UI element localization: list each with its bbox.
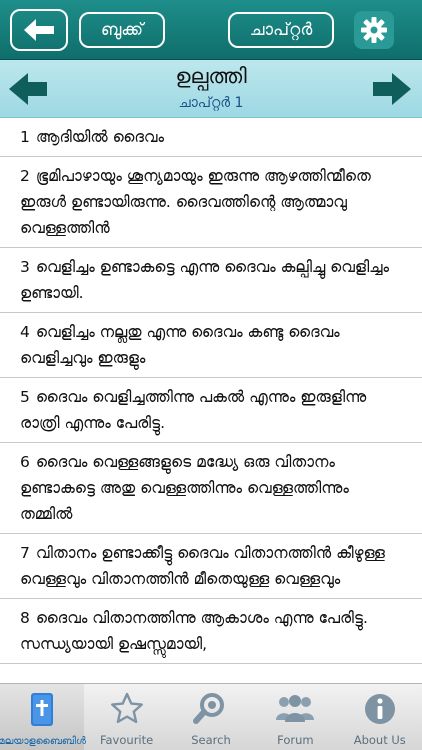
verse-text: വെളിച്ചം ഉണ്ടാകട്ടെ എന്നു ദൈവം കല്പിച്ചു… xyxy=(20,258,390,302)
chapter-button[interactable]: ചാപ്റ്റർ xyxy=(228,12,334,48)
tab-forum[interactable]: Forum xyxy=(253,684,337,750)
tab-label: Favourite xyxy=(99,733,154,747)
verse-row[interactable]: 6 ദൈവം വെള്ളങ്ങളുടെ മദ്ധ്യേ ഒരു വിതാനം ഉണ… xyxy=(0,443,422,534)
verse-number: 8 xyxy=(20,609,30,627)
info-icon xyxy=(364,694,395,724)
star-icon xyxy=(110,692,143,724)
verse-text: വിതാനം ഉണ്ടാക്കീട്ടു ദൈവം വിതാനത്തിൻ കീഴ… xyxy=(20,544,385,588)
magnifier-icon xyxy=(192,693,224,724)
verse-row[interactable]: 2 ഭൂമിപാഴായും ശൂന്യമായും ഇരുന്നു ആഴത്തിന്… xyxy=(0,157,422,248)
back-button[interactable] xyxy=(10,9,68,51)
verse-text: വെളിച്ചം നല്ലതു എന്നു ദൈവം കണ്ടു ദൈവം വെ… xyxy=(20,323,340,367)
verse-number: 4 xyxy=(20,323,30,341)
bible-book-icon xyxy=(31,693,54,726)
gear-icon xyxy=(361,17,387,43)
verse-number: 1 xyxy=(20,128,30,146)
verse-text: ദൈവം വെള്ളങ്ങളുടെ മദ്ധ്യേ ഒരു വിതാനം ഉണ്… xyxy=(20,453,349,523)
verse-text: ഭൂമിപാഴായും ശൂന്യമായും ഇരുന്നു ആഴത്തിന്മ… xyxy=(20,167,371,237)
arrow-left-icon xyxy=(24,19,54,41)
chapter-header: ഉല്പത്തി ചാപ്റ്റർ 1 xyxy=(0,60,422,118)
book-button[interactable]: ബുക്ക് xyxy=(79,12,165,48)
verse-number: 3 xyxy=(20,258,30,276)
verse-row[interactable]: 8 ദൈവം വിതാനത്തിന്നു ആകാശം എന്നു പേരിട്ടു… xyxy=(0,599,422,664)
verse-number: 5 xyxy=(20,388,30,406)
verse-number: 2 xyxy=(20,167,30,185)
tab-label: Search xyxy=(191,733,231,747)
book-title: ഉല്പത്തി xyxy=(175,64,247,88)
verse-list[interactable]: 1 ആദിയിൽ ദൈവം 2 ഭൂമിപാഴായും ശൂന്യമായും ഇരു… xyxy=(0,118,422,683)
tab-label: Forum xyxy=(277,733,314,747)
top-toolbar: ബുക്ക് ചാപ്റ്റർ xyxy=(0,0,422,60)
chapter-number-label: ചാപ്റ്റർ 1 xyxy=(178,95,244,111)
tab-favourite[interactable]: Favourite xyxy=(84,684,168,750)
people-icon xyxy=(276,695,315,722)
verse-text: ദൈവം വിതാനത്തിന്നു ആകാശം എന്നു പേരിട്ടു.… xyxy=(20,609,368,653)
verse-row[interactable]: 3 വെളിച്ചം ഉണ്ടാകട്ടെ എന്നു ദൈവം കല്പിച്ച… xyxy=(0,248,422,313)
tab-about-us[interactable]: About Us xyxy=(338,684,422,750)
verse-row[interactable]: 5 ദൈവം വെളിച്ചത്തിന്നു പകൽ എന്നും ഇരുളിന്… xyxy=(0,378,422,443)
tab-malayalam-bible[interactable]: മലയാളബൈബിൾ xyxy=(0,684,86,750)
next-chapter-arrow-icon[interactable] xyxy=(372,72,412,106)
bottom-tab-bar: മലയാളബൈബിൾ Favourite Search Forum About … xyxy=(0,683,422,750)
tab-label: മലയാളബൈബിൾ xyxy=(0,736,86,747)
verse-text: ആദിയിൽ ദൈവം xyxy=(35,128,165,146)
verse-text: ദൈവം വെളിച്ചത്തിന്നു പകൽ എന്നും ഇരുളിന്ന… xyxy=(20,388,367,432)
settings-button[interactable] xyxy=(354,11,394,49)
verse-number: 7 xyxy=(20,544,30,562)
tab-search[interactable]: Search xyxy=(169,684,253,750)
verse-row[interactable]: 7 വിതാനം ഉണ്ടാക്കീട്ടു ദൈവം വിതാനത്തിൻ കീ… xyxy=(0,534,422,599)
verse-number: 6 xyxy=(20,453,30,471)
verse-row[interactable]: 1 ആദിയിൽ ദൈവം xyxy=(0,118,422,157)
verse-row[interactable]: 4 വെളിച്ചം നല്ലതു എന്നു ദൈവം കണ്ടു ദൈവം വ… xyxy=(0,313,422,378)
tab-label: About Us xyxy=(353,733,406,747)
